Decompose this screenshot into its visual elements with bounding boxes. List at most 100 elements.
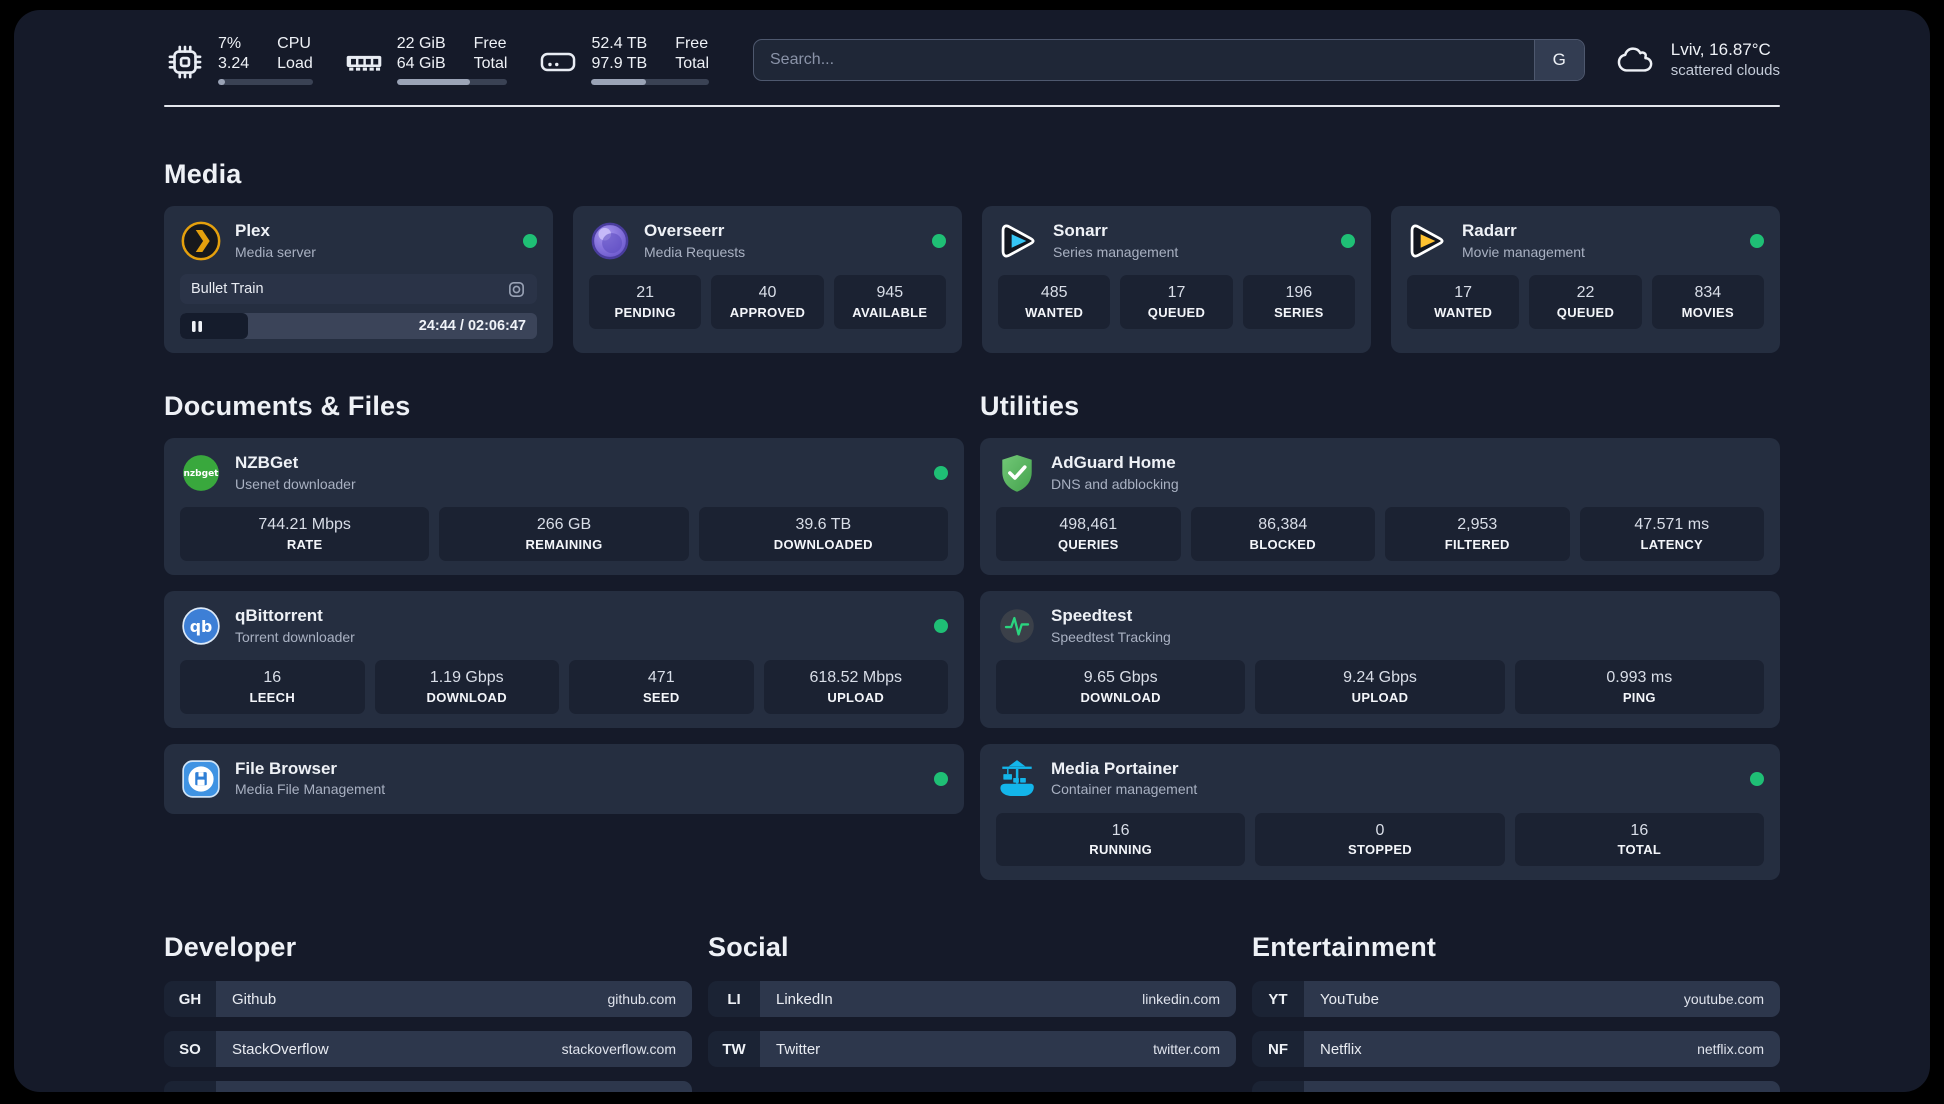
bookmark-youtube[interactable]: YT YouTube youtube.com [1252,981,1780,1018]
app-subtitle: Usenet downloader [235,475,356,492]
bookmark-abbr: YT [1252,981,1304,1018]
media-section-title: Media [164,159,242,189]
ram-progress-bar [396,79,508,85]
weather-location-temp: Lviv, 16.87°C [1670,39,1771,59]
app-card-qbittorrent[interactable]: qb qBittorrent Torrent downloader 16 LEE… [164,590,964,728]
bookmark-netflix[interactable]: NF Netflix netflix.com [1252,1031,1780,1068]
bookmark-reddit[interactable]: RE Reddit reddit.com [1252,1081,1780,1092]
stat-stopped: 0 STOPPED [1255,812,1505,867]
stat-upload: 9.24 Gbps UPLOAD [1255,659,1505,714]
status-online-dot [1341,234,1355,248]
now-playing-title: Bullet Train [191,281,264,297]
app-name: Overseerr [644,221,725,241]
playback-progress-bar[interactable]: 24:44 / 02:06:47 [180,313,537,339]
bookmark-abbr: NF [1252,1031,1304,1068]
stat-queries: 498,461 QUERIES [996,507,1181,561]
bookmark-url: twitter.com [1153,1041,1220,1058]
nzbget-icon: nzbget [183,455,220,491]
app-name: Radarr [1462,221,1517,241]
status-online-dot [1750,771,1764,786]
app-name: qBittorrent [235,606,323,626]
stat-leech: 16 LEECH [180,659,365,714]
app-card-overseerr[interactable]: Overseerr Media Requests 21 PENDING 40 A… [573,206,962,353]
status-online-dot [934,618,948,633]
app-subtitle: Container management [1051,781,1198,798]
bookmark-url: reddit.com [1699,1091,1764,1092]
bookmark-twitter[interactable]: TW Twitter twitter.com [708,1031,1236,1068]
app-card-speedtest[interactable]: Speedtest Speedtest Tracking 9.65 Gbps D… [980,590,1780,728]
app-card-filebrowser[interactable]: File Browser Media File Management [164,743,964,814]
app-card-portainer[interactable]: Media Portainer Container management 16 … [980,743,1780,881]
bookmark-name: YouTube [1320,990,1379,1008]
bookmark-name: Netflix [1320,1040,1362,1058]
bookmark-name: Twitter [776,1040,821,1058]
bookmark-url: github.com [607,991,676,1008]
app-card-plex[interactable]: Plex Media server Bullet Train 24:44 / 0… [164,206,553,353]
stat-queued: 22 QUEUED [1529,275,1642,329]
status-online-dot [934,771,948,786]
ram-metric: 22 GiB 64 GiB Free Total [343,34,508,85]
stat-series: 196 SERIES [1242,275,1355,329]
stat-total: 16 TOTAL [1514,812,1764,867]
app-subtitle: Media server [235,243,316,260]
app-card-adguard[interactable]: AdGuard Home DNS and adblocking 498,461 … [980,438,1780,575]
bookmark-name: DEV [232,1091,263,1092]
app-subtitle: Torrent downloader [235,628,355,645]
stat-download: 9.65 Gbps DOWNLOAD [996,659,1246,714]
overseerr-icon [591,222,629,260]
adguard-icon [1002,454,1032,492]
social-section-title: Social [708,932,789,963]
bookmark-stackoverflow[interactable]: SO StackOverflow stackoverflow.com [164,1031,692,1068]
stat-rate: 744.21 Mbps RATE [180,507,430,561]
svg-text:nzbget: nzbget [184,469,220,479]
developer-section-title: Developer [164,932,297,963]
cloud-icon [1617,46,1653,72]
disk-metric: 52.4 TB 97.9 TB Free Total [537,34,709,85]
header-divider [164,105,1780,107]
disk-free-label: Free [675,35,709,52]
status-online-dot [1750,234,1764,248]
search-input[interactable] [754,39,1534,80]
stat-downloaded: 39.6 TB DOWNLOADED [698,507,948,561]
ram-free-value: 22 GiB [396,35,446,52]
disk-icon [541,52,576,72]
bookmark-abbr: SO [164,1031,216,1068]
radarr-icon [1410,224,1444,258]
app-name: File Browser [235,759,338,778]
disk-total-value: 97.9 TB [591,55,648,72]
pause-icon[interactable] [191,320,203,333]
bookmark-name: LinkedIn [776,990,833,1008]
cpu-load-value: 3.24 [218,55,250,72]
search-engine-button[interactable]: G [1533,39,1584,80]
playback-time: 24:44 / 02:06:47 [418,318,526,334]
bookmark-github[interactable]: GH Github github.com [164,981,692,1018]
bookmark-abbr: LI [708,981,760,1018]
cpu-progress-bar [218,79,313,85]
bookmark-name: Github [232,990,277,1008]
status-online-dot [932,234,946,248]
app-subtitle: Series management [1053,243,1179,260]
app-name: Sonarr [1053,221,1108,241]
app-card-nzbget[interactable]: nzbget NZBGet Usenet downloader 744.21 M… [164,438,964,575]
app-subtitle: Media Requests [644,243,746,260]
stat-remaining: 266 GB REMAINING [439,507,689,561]
disk-free-value: 52.4 TB [591,35,648,52]
bookmark-name: StackOverflow [232,1040,329,1058]
bookmark-abbr: GH [164,981,216,1018]
stat-latency: 47.571 ms LATENCY [1579,507,1764,561]
stat-ping: 0.993 ms PING [1514,659,1764,714]
app-name: Plex [235,221,270,241]
weather-widget: Lviv, 16.87°C scattered clouds [1615,39,1780,81]
ram-total-value: 64 GiB [396,55,446,72]
bookmark-dev[interactable]: DT DEV dev.to [164,1081,692,1092]
cpu-metric: 7% 3.24 CPU Load [164,34,313,85]
status-online-dot [934,466,948,480]
ram-total-label: Total [473,55,508,72]
cast-session-icon[interactable] [507,280,526,299]
bookmark-linkedin[interactable]: LI LinkedIn linkedin.com [708,981,1236,1018]
app-card-sonarr[interactable]: Sonarr Series management 485 WANTED 17 Q… [982,206,1371,353]
ram-free-label: Free [473,35,507,52]
app-card-radarr[interactable]: Radarr Movie management 17 WANTED 22 QUE… [1391,206,1780,353]
dashboard-frame: 7% 3.24 CPU Load 22 GiB 64 GiB Free Tota… [14,10,1930,1092]
bookmark-url: linkedin.com [1142,991,1220,1008]
